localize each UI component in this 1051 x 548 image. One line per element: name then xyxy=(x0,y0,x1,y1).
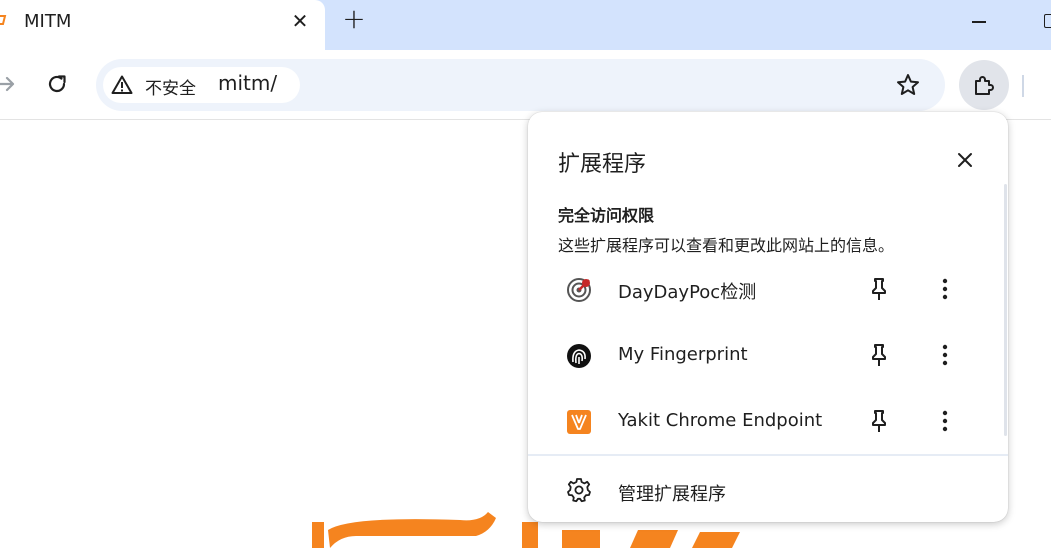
toolbar-divider xyxy=(1022,75,1024,97)
more-vert-icon[interactable] xyxy=(933,342,957,368)
section-title: 完全访问权限 xyxy=(558,206,655,225)
yakit-tab-icon xyxy=(0,15,7,25)
omnibox[interactable]: 不安全 mitm/ xyxy=(96,59,945,111)
extension-name: DayDayPoc检测 xyxy=(618,282,757,303)
new-tab-button[interactable]: + xyxy=(340,5,368,33)
daydaypoc-icon xyxy=(567,278,591,302)
popup-divider xyxy=(528,454,1008,456)
reload-icon[interactable] xyxy=(45,72,69,96)
fingerprint-icon xyxy=(567,344,591,368)
toolbar: 不安全 mitm/ xyxy=(0,50,1051,120)
warning-icon xyxy=(111,75,133,94)
manage-extensions-label: 管理扩展程序 xyxy=(618,484,726,505)
maximize-icon[interactable] xyxy=(1040,2,1051,40)
extension-item-my-fingerprint[interactable]: My Fingerprint xyxy=(528,328,1008,384)
pin-icon[interactable] xyxy=(867,408,891,434)
pin-icon[interactable] xyxy=(867,276,891,302)
extension-name: My Fingerprint xyxy=(618,344,748,365)
puzzle-icon xyxy=(975,76,994,95)
forward-icon[interactable] xyxy=(0,72,18,96)
close-icon[interactable]: ✕ xyxy=(289,10,311,32)
close-icon[interactable] xyxy=(953,148,977,172)
pin-icon[interactable] xyxy=(867,342,891,368)
minimize-icon[interactable] xyxy=(964,2,994,40)
extension-item-yakit[interactable]: Yakit Chrome Endpoint xyxy=(528,394,1008,450)
section-description: 这些扩展程序可以查看和更改此网站上的信息。 xyxy=(558,236,895,255)
tab-strip: MITM ✕ + xyxy=(0,0,1051,50)
url-text[interactable]: mitm/ xyxy=(218,71,277,95)
extension-name: Yakit Chrome Endpoint xyxy=(618,410,823,431)
extensions-button[interactable] xyxy=(959,60,1009,110)
gear-icon xyxy=(567,478,591,503)
star-icon[interactable] xyxy=(895,72,921,98)
security-label: 不安全 xyxy=(145,79,196,99)
extension-item-daydaypoc[interactable]: DayDayPoc检测 xyxy=(528,262,1008,318)
more-vert-icon[interactable] xyxy=(933,408,957,434)
yakit-icon xyxy=(567,410,591,434)
tab-mitm[interactable]: MITM ✕ xyxy=(0,0,325,50)
more-vert-icon[interactable] xyxy=(933,276,957,302)
popup-title: 扩展程序 xyxy=(558,152,647,177)
extensions-popup: 扩展程序 完全访问权限 这些扩展程序可以查看和更改此网站上的信息。 DayDay… xyxy=(528,112,1008,522)
tab-title: MITM xyxy=(24,11,72,32)
manage-extensions-button[interactable]: 管理扩展程序 xyxy=(528,467,1008,513)
